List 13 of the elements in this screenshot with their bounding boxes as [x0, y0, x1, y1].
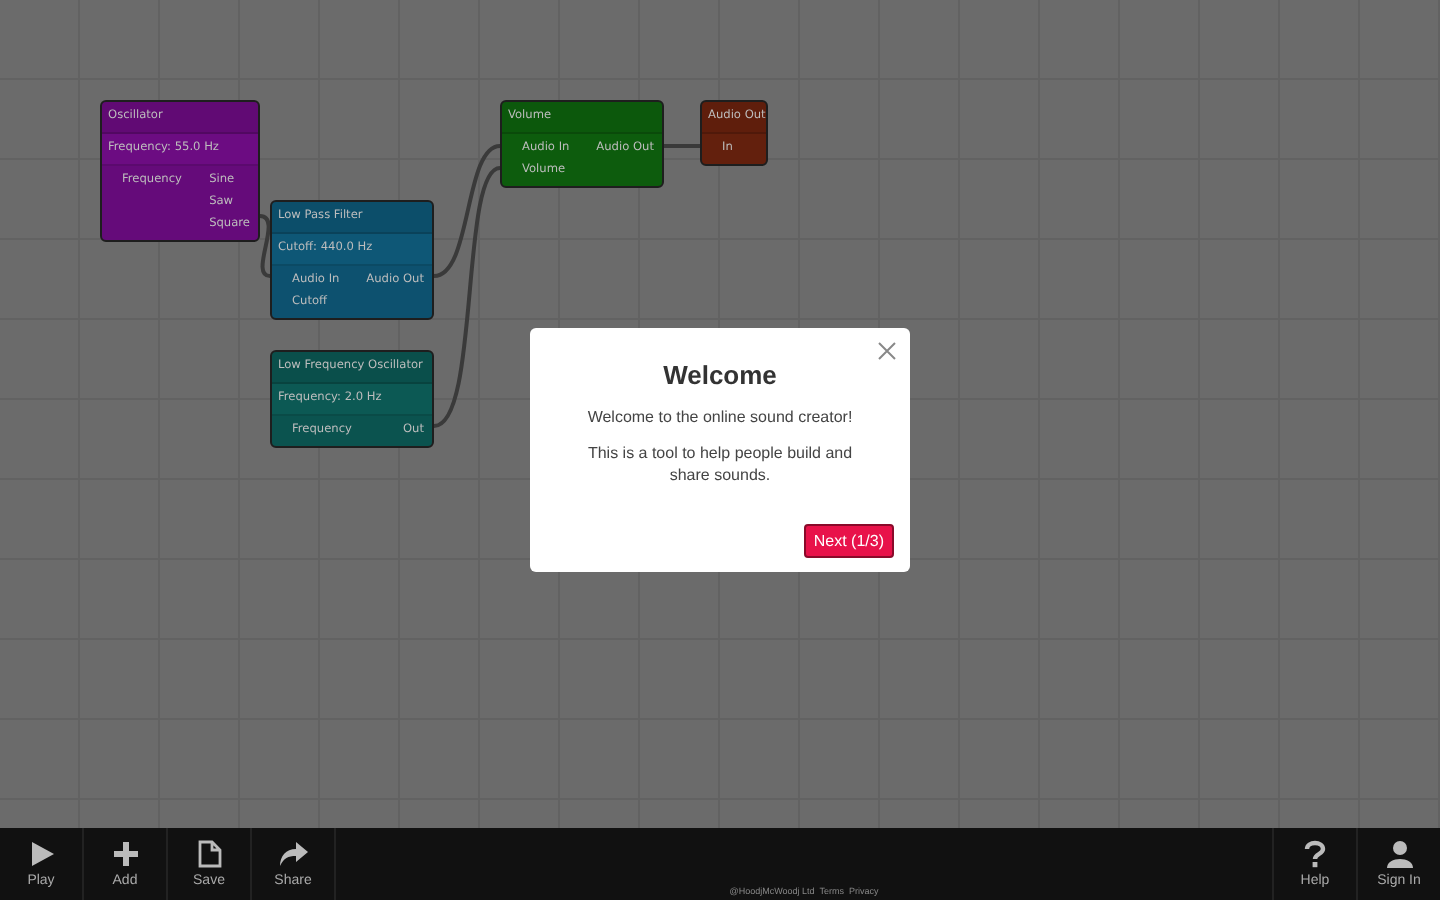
document-icon: [197, 840, 221, 868]
dialog-title: Welcome: [663, 360, 777, 390]
user-icon: [1385, 840, 1413, 868]
connection-wire: [259, 214, 271, 278]
close-icon[interactable]: [878, 342, 896, 360]
connection-wire: [664, 144, 700, 148]
dialog-text: This is a tool to help people build and share sounds.: [585, 442, 855, 486]
next-button[interactable]: Next (1/3): [803, 524, 894, 558]
dialog-text: Welcome to the online sound creator!: [585, 406, 855, 428]
help-icon: [1304, 840, 1326, 868]
plus-icon: [111, 840, 139, 868]
share-arrow-icon: [277, 840, 309, 868]
play-icon: [27, 840, 55, 868]
